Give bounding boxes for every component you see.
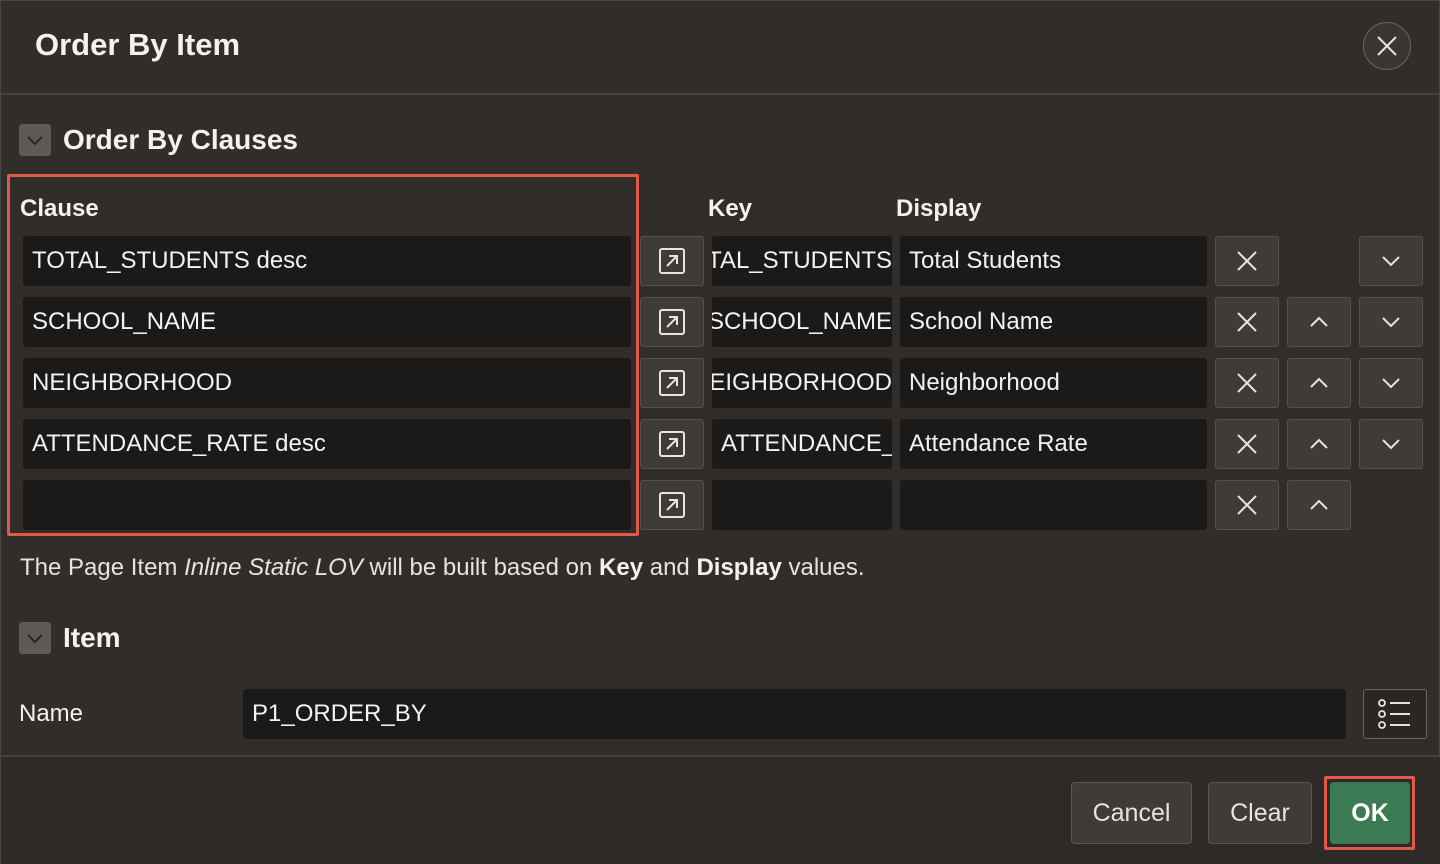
clause-input-5[interactable] — [23, 480, 631, 530]
key-input-1[interactable]: TOTAL_STUDENTS — [712, 236, 892, 286]
x-icon — [1237, 251, 1257, 271]
clause-input-2[interactable]: SCHOOL_NAME — [23, 297, 631, 347]
x-icon — [1237, 434, 1257, 454]
display-input-1[interactable]: Total Students — [900, 236, 1207, 286]
dialog-footer: Cancel Clear OK — [1, 755, 1440, 864]
dialog-title: Order By Item — [35, 27, 241, 62]
item-list-button[interactable] — [1363, 689, 1427, 739]
cancel-button[interactable]: Cancel — [1071, 782, 1192, 844]
remove-row-button-2[interactable] — [1215, 297, 1279, 347]
move-down-button-4[interactable] — [1359, 419, 1423, 469]
key-column-header: Key — [708, 195, 753, 222]
move-up-button-2[interactable] — [1287, 297, 1351, 347]
chevron-down-icon — [27, 136, 43, 146]
open-in-dialog-icon — [659, 370, 685, 396]
chevron-down-icon — [1382, 378, 1400, 389]
move-up-button-4[interactable] — [1287, 419, 1351, 469]
x-icon — [1237, 312, 1257, 332]
remove-row-button-1[interactable] — [1215, 236, 1279, 286]
lov-help-text: The Page Item Inline Static LOV will be … — [20, 554, 865, 582]
item-section-header: Item — [19, 622, 121, 654]
key-input-2[interactable]: SCHOOL_NAME — [712, 297, 892, 347]
dialog-title-bar: Order By Item — [1, 1, 1440, 95]
help-display-word: Display — [696, 554, 782, 581]
display-input-5[interactable] — [900, 480, 1207, 530]
name-input[interactable]: P1_ORDER_BY — [243, 689, 1346, 739]
clear-button[interactable]: Clear — [1208, 782, 1312, 844]
move-up-button-3[interactable] — [1287, 358, 1351, 408]
key-input-5[interactable] — [712, 480, 892, 530]
clause-input-4[interactable]: ATTENDANCE_RATE desc — [23, 419, 631, 469]
chevron-up-icon — [1310, 499, 1328, 510]
remove-row-button-5[interactable] — [1215, 480, 1279, 530]
list-icon — [1378, 699, 1410, 729]
close-button[interactable] — [1363, 22, 1411, 70]
help-suffix: values. — [781, 554, 865, 581]
open-clause-button-5[interactable] — [640, 480, 704, 530]
display-input-3[interactable]: Neighborhood — [900, 358, 1207, 408]
chevron-down-icon — [1382, 256, 1400, 267]
remove-row-button-4[interactable] — [1215, 419, 1279, 469]
chevron-down-icon — [1382, 317, 1400, 328]
order-by-item-dialog: Order By Item Order By Clauses Clause Ke… — [0, 0, 1440, 864]
move-down-button-1[interactable] — [1359, 236, 1423, 286]
help-key-word: Key — [599, 554, 644, 581]
move-up-button-5[interactable] — [1287, 480, 1351, 530]
ok-button[interactable]: OK — [1330, 782, 1410, 844]
open-clause-button-2[interactable] — [640, 297, 704, 347]
open-clause-button-4[interactable] — [640, 419, 704, 469]
chevron-up-icon — [1310, 377, 1328, 388]
display-column-header: Display — [896, 195, 982, 222]
chevron-up-icon — [1310, 316, 1328, 327]
clause-input-1[interactable]: TOTAL_STUDENTS desc — [23, 236, 631, 286]
open-in-dialog-icon — [659, 431, 685, 457]
chevron-up-icon — [1310, 438, 1328, 449]
open-clause-button-1[interactable] — [640, 236, 704, 286]
name-label: Name — [19, 700, 84, 727]
display-input-2[interactable]: School Name — [900, 297, 1207, 347]
open-clause-button-3[interactable] — [640, 358, 704, 408]
chevron-down-icon — [27, 634, 43, 644]
collapse-order-by-button[interactable] — [19, 124, 51, 156]
key-input-4[interactable]: ATTENDANCE_RATE — [712, 419, 892, 469]
x-icon — [1237, 373, 1257, 393]
key-input-3[interactable]: NEIGHBORHOOD — [712, 358, 892, 408]
move-down-button-3[interactable] — [1359, 358, 1423, 408]
open-in-dialog-icon — [659, 309, 685, 335]
clause-column-header: Clause — [20, 195, 99, 222]
collapse-item-button[interactable] — [19, 622, 51, 654]
item-section-title: Item — [63, 622, 121, 653]
x-icon — [1237, 495, 1257, 515]
help-middle: will be built based on — [362, 554, 600, 581]
order-by-clauses-header: Order By Clauses — [19, 124, 298, 156]
display-input-4[interactable]: Attendance Rate — [900, 419, 1207, 469]
move-down-button-2[interactable] — [1359, 297, 1423, 347]
order-by-clauses-title: Order By Clauses — [63, 124, 298, 155]
help-prefix: The Page Item — [20, 554, 185, 581]
help-and-word: and — [643, 554, 697, 581]
open-in-dialog-icon — [659, 248, 685, 274]
chevron-down-icon — [1382, 439, 1400, 450]
close-icon — [1377, 36, 1397, 56]
clause-input-3[interactable]: NEIGHBORHOOD — [23, 358, 631, 408]
open-in-dialog-icon — [659, 492, 685, 518]
help-item-type: Inline Static LOV — [184, 554, 363, 581]
remove-row-button-3[interactable] — [1215, 358, 1279, 408]
